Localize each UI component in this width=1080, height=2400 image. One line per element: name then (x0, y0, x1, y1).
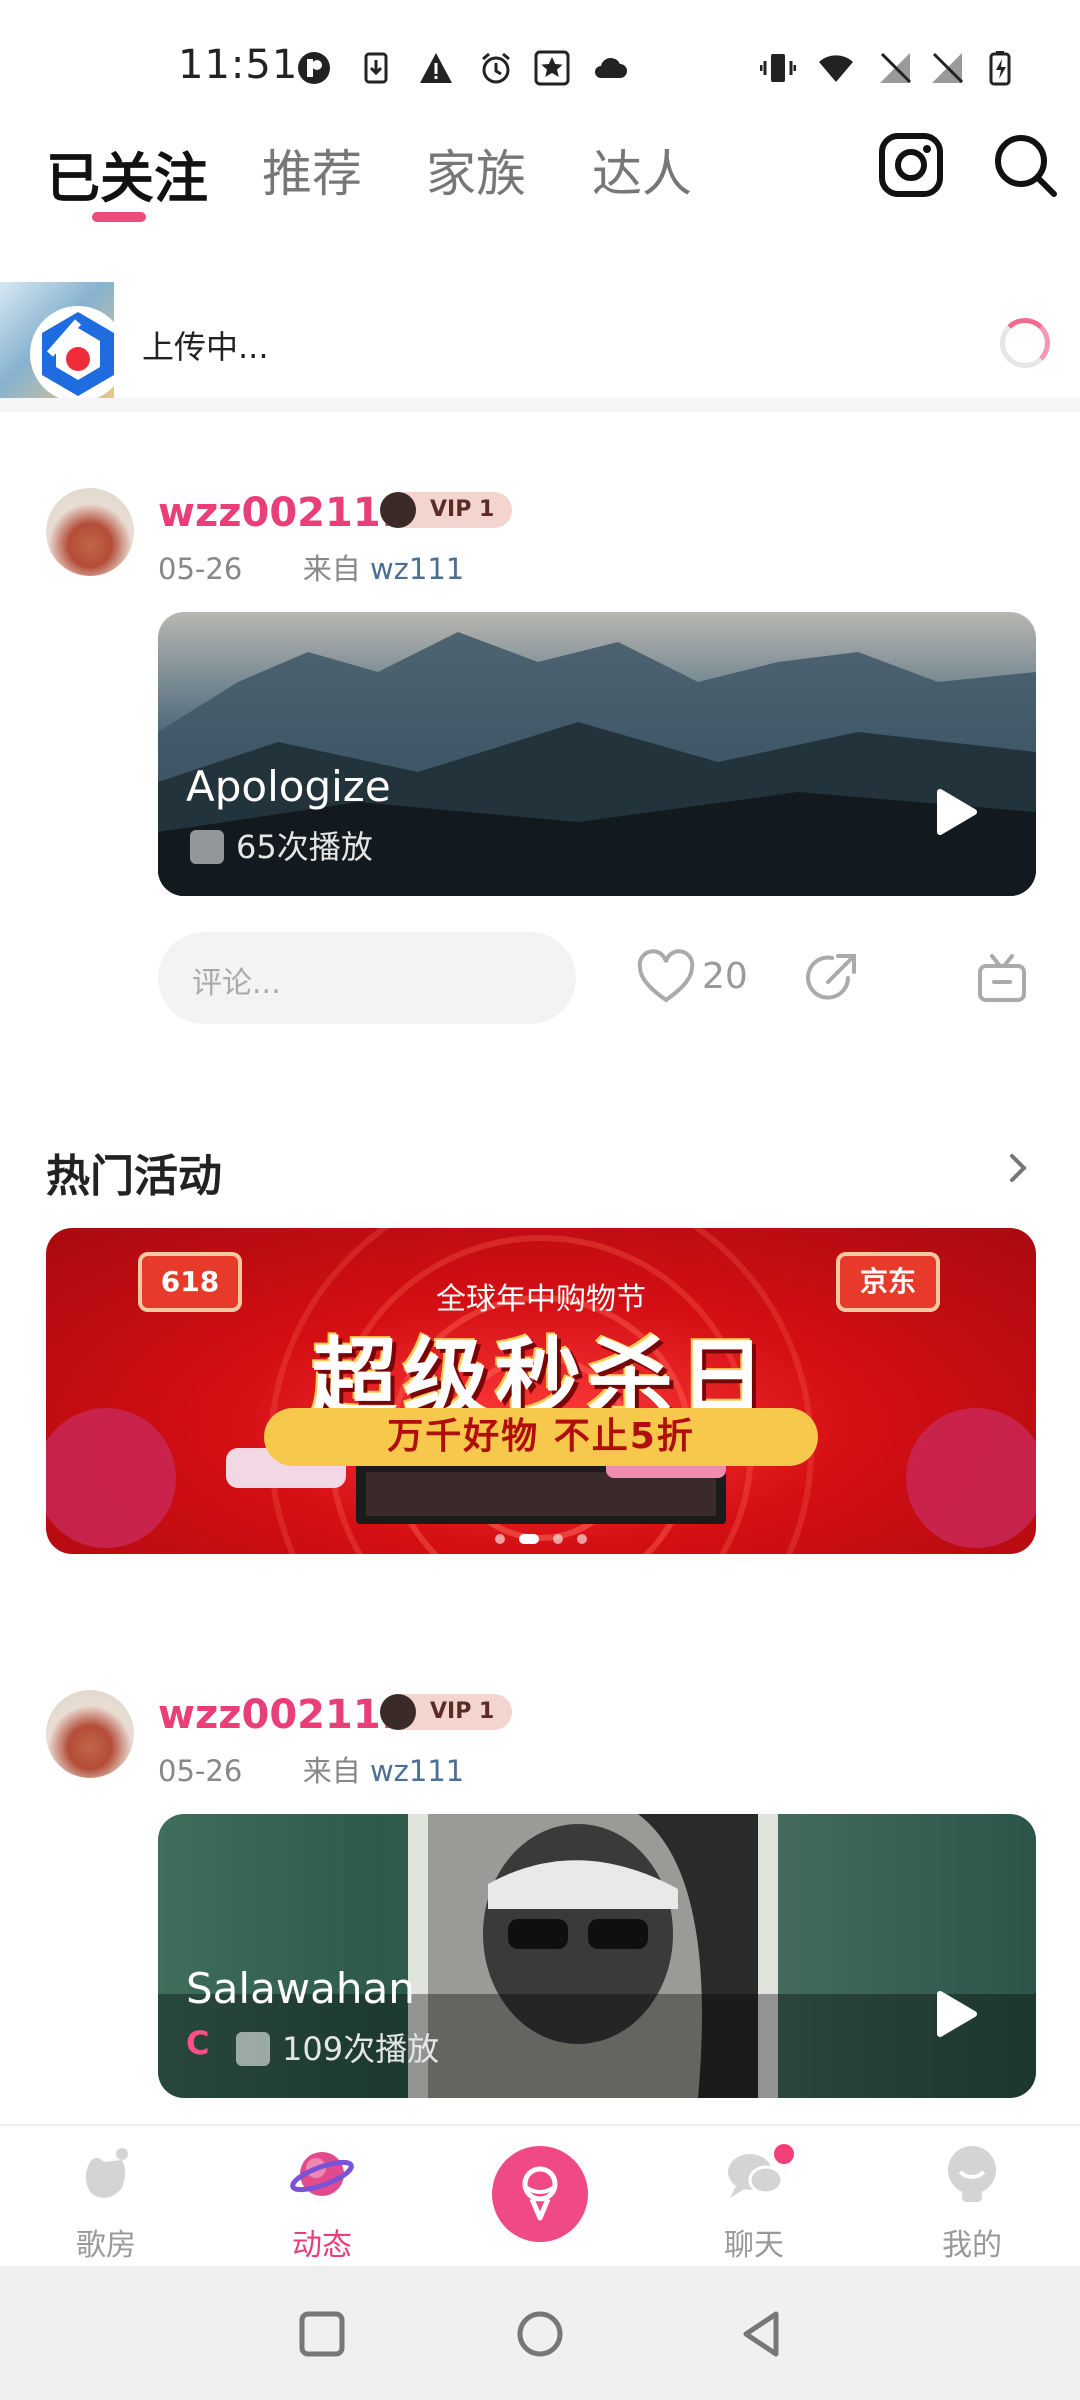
home-icon[interactable] (510, 2304, 570, 2364)
active-tab-indicator (92, 212, 146, 222)
post-username[interactable]: wzz002111 (158, 490, 409, 536)
microphone-icon (522, 2166, 558, 2221)
carousel-dot[interactable] (495, 1533, 505, 1544)
warning-icon (420, 53, 452, 83)
carousel-dot[interactable] (553, 1533, 563, 1544)
recent-apps-icon[interactable] (292, 2304, 352, 2364)
heart-icon[interactable] (636, 948, 696, 1008)
vibrate-icon (760, 54, 796, 82)
post-username[interactable]: wzz002111 (158, 1692, 409, 1738)
star-app-icon (534, 50, 570, 86)
nav-label: 聊天 (724, 2228, 784, 2263)
upload-status-text: 上传中... (142, 328, 269, 366)
song-card[interactable]: Apologize 65次播放 (158, 612, 1036, 896)
play-count: 109次播放 (282, 2030, 440, 2068)
nav-label: 动态 (292, 2228, 352, 2263)
like-count: 20 (702, 956, 748, 997)
profile-icon (948, 2146, 996, 2202)
score-grade: C (186, 2024, 210, 2062)
activity-banner[interactable]: 618 京东 全球年中购物节 超级秒杀日 万千好物 不止5折 (46, 1228, 1036, 1554)
share-icon[interactable] (802, 948, 862, 1008)
battery-charging-icon (989, 51, 1011, 86)
vip-badge: VIP 1 (380, 1694, 513, 1730)
chevron-right-icon[interactable] (998, 1148, 1038, 1188)
top-tab-bar: 已关注 推荐 家族 达人 (0, 120, 1080, 230)
song-card[interactable]: Salawahan C 109次播放 (158, 1814, 1036, 2098)
play-count-icon (236, 2032, 270, 2066)
carousel-dots (46, 1528, 1036, 1547)
from-label: 来自 (302, 1754, 361, 1788)
status-time: 11:51 (178, 42, 299, 88)
tab-experts[interactable]: 达人 (592, 134, 692, 206)
song-title: Salawahan (186, 1964, 415, 2013)
nav-label: 歌房 (76, 2228, 136, 2263)
alarm-icon (482, 52, 510, 84)
hot-activities-title: 热门活动 (46, 1151, 222, 1202)
search-icon[interactable] (990, 130, 1060, 200)
vip-level: VIP 1 (430, 1699, 495, 1724)
tab-recommended[interactable]: 推荐 (262, 134, 362, 206)
signal-off-icon (932, 52, 964, 84)
download-icon (364, 52, 388, 84)
play-icon[interactable] (934, 1990, 978, 2038)
divider (0, 398, 1080, 412)
banner-slogan: 万千好物 不止5折 (264, 1408, 818, 1466)
vip-badge: VIP 1 (380, 492, 513, 528)
from-user[interactable]: wz111 (370, 552, 464, 586)
nav-label: 我的 (942, 2228, 1002, 2263)
wifi-icon (819, 55, 853, 82)
post-actions: 评论... 20 (0, 932, 1080, 1024)
song-title: Apologize (186, 762, 391, 811)
profile-app-icon (298, 52, 330, 84)
signal-off-icon (880, 52, 912, 84)
sing-button[interactable] (492, 2146, 588, 2242)
carousel-dot-active[interactable] (519, 1533, 539, 1544)
tab-family[interactable]: 家族 (426, 134, 526, 206)
avatar[interactable] (46, 1690, 134, 1778)
comment-input[interactable]: 评论... (158, 932, 576, 1024)
camera-icon[interactable] (876, 130, 946, 200)
vip-level: VIP 1 (430, 497, 495, 522)
comment-placeholder: 评论... (192, 966, 281, 1001)
system-navigation-bar (0, 2266, 1080, 2400)
avatar[interactable] (46, 488, 134, 576)
post-date: 05-26 (158, 1754, 243, 1788)
upload-spinner (1000, 318, 1050, 368)
tab-following[interactable]: 已关注 (46, 134, 208, 213)
app-logo-icon (30, 306, 126, 402)
unread-dot (774, 2144, 794, 2164)
post-meta: 05-26 来自 wz111 (158, 1748, 464, 1790)
post-date: 05-26 (158, 552, 243, 586)
planet-icon (290, 2152, 354, 2196)
crown-icon (380, 1694, 416, 1730)
back-icon[interactable] (732, 2304, 792, 2364)
from-user[interactable]: wz111 (370, 1754, 464, 1788)
gift-icon[interactable] (972, 948, 1032, 1008)
cloud-icon (595, 57, 627, 78)
crown-icon (380, 492, 416, 528)
play-icon[interactable] (934, 788, 978, 836)
room-icon (85, 2148, 128, 2198)
from-label: 来自 (302, 552, 361, 586)
play-count-icon (190, 830, 224, 864)
status-bar: 11:51 (0, 0, 1080, 120)
post-meta: 05-26 来自 wz111 (158, 546, 464, 588)
play-count: 65次播放 (236, 828, 373, 866)
carousel-dot[interactable] (577, 1533, 587, 1544)
upload-progress-row[interactable]: 上传中... (0, 282, 1080, 402)
bottom-navigation: 歌房 动态 聊天 我的 (0, 2124, 1080, 2266)
